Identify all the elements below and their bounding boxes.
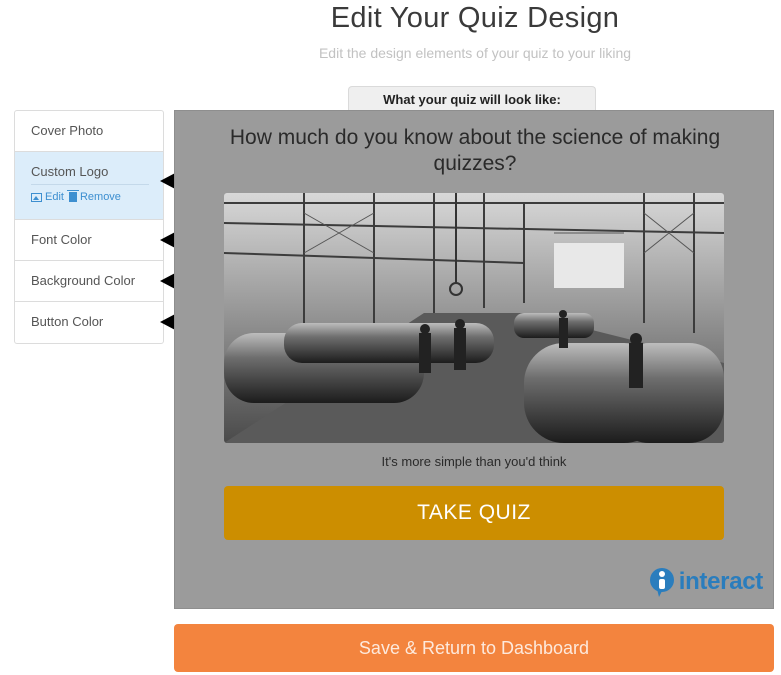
sidebar-item-label: Cover Photo [31, 123, 104, 138]
sidebar-item-custom-logo[interactable]: Custom Logo Edit Remove [15, 152, 163, 220]
edit-label: Edit [45, 191, 64, 203]
sidebar-item-label: Font Color [31, 232, 92, 247]
cover-photo [224, 193, 724, 443]
logo-actions: Edit Remove [31, 190, 163, 203]
quiz-preview: How much do you know about the science o… [174, 110, 774, 609]
remove-label: Remove [79, 191, 121, 203]
sidebar-item-font-color[interactable]: Font Color [15, 220, 163, 261]
sidebar-item-label: Button Color [31, 314, 104, 329]
sidebar-item-label: Custom Logo [31, 164, 109, 179]
take-quiz-button[interactable]: TAKE QUIZ [224, 486, 724, 540]
sidebar-item-button-color[interactable]: Button Color [15, 302, 163, 343]
quiz-design-editor: Edit Your Quiz Design Edit the design el… [0, 0, 781, 675]
image-icon [31, 192, 42, 202]
sidebar-item-background-color[interactable]: Background Color [15, 261, 163, 302]
design-sidebar: Cover Photo Custom Logo Edit Remove Font… [14, 110, 164, 344]
brand-name: interact [678, 568, 764, 595]
remove-logo-button[interactable]: Remove [66, 190, 121, 203]
edit-logo-button[interactable]: Edit [31, 191, 64, 203]
save-return-button[interactable]: Save & Return to Dashboard [174, 624, 774, 672]
quiz-question: How much do you know about the science o… [229, 126, 721, 175]
interact-logo: interact [649, 567, 763, 597]
page-subtitle: Edit the design elements of your quiz to… [318, 45, 632, 61]
factory-photo-icon [224, 193, 724, 443]
sidebar-item-label: Background Color [31, 273, 136, 288]
interact-mark-icon [649, 568, 674, 597]
sidebar-item-cover-photo[interactable]: Cover Photo [15, 111, 163, 152]
divider [31, 184, 149, 185]
page-title: Edit Your Quiz Design [330, 2, 620, 34]
trash-icon [66, 190, 79, 202]
quiz-tagline: It's more simple than you'd think [381, 454, 567, 469]
